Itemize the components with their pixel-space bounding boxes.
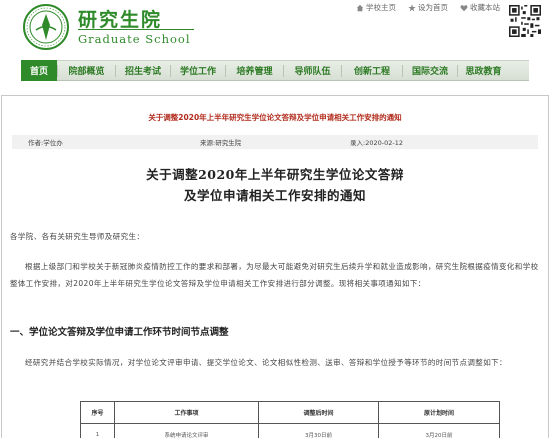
site-logo[interactable]: 研究生院 Graduate School [22, 3, 202, 51]
university-seal-icon [23, 4, 69, 50]
table-header-cell: 原计划时间 [378, 401, 500, 424]
table-row: 1 系统申请论文评审 3月30日前 3月20日前 [80, 423, 500, 438]
link-set-homepage[interactable]: 设为首页 [408, 2, 448, 13]
schedule-table: 序号 工作事项 调整后时间 原计划时间 1 系统申请论文评审 3月30日前 3月… [80, 401, 500, 438]
table-header-row: 序号 工作事项 调整后时间 原计划时间 [80, 401, 500, 424]
table-header-cell: 调整后时间 [258, 401, 379, 424]
article-heading: 关于调整2020年上半年研究生学位论文答辩及学位申请相关工作安排的通知 [148, 113, 402, 122]
table-header-cell: 序号 [80, 401, 115, 424]
article-paragraph-2: 经研究并结合学校实际情况，对学位论文评审申请、提交学位论文、论文相似性检测、送审… [25, 358, 507, 367]
logo-english-name: Graduate School [78, 32, 191, 46]
article-meta: 作者:学位办 来源:研究生院 录入:2020-02-12 [12, 135, 538, 149]
main-nav: 首页 院部概览 招生考试 学位工作 培养管理 导师队伍 创新工程 国际交流 思政… [21, 60, 529, 81]
table-cell: 3月30日前 [258, 423, 379, 438]
star-icon [408, 3, 416, 11]
table-cell: 3月20日前 [378, 423, 500, 438]
home-icon [356, 4, 364, 11]
nav-item-international[interactable]: 国际交流 [403, 60, 457, 81]
nav-item-overview[interactable]: 院部概览 [58, 60, 115, 81]
article-panel: 关于调整2020年上半年研究生学位论文答辩及学位申请相关工作安排的通知 作者:学… [1, 95, 549, 438]
link-school-home-label: 学校主页 [366, 3, 396, 12]
nav-item-training[interactable]: 培养管理 [226, 60, 283, 81]
article-greeting: 各学院、各有关研究生导师及研究生： [10, 232, 145, 241]
nav-item-supervisors[interactable]: 导师队伍 [284, 60, 341, 81]
link-set-homepage-label: 设为首页 [418, 3, 448, 12]
article-paragraph: 根据上级部门和学校关于新冠肺炎疫情防控工作的要求和部署，为尽最大可能避免对研究生… [10, 262, 539, 288]
nav-item-home[interactable]: 首页 [21, 60, 57, 81]
nav-item-admissions[interactable]: 招生考试 [116, 60, 170, 81]
table-header-cell: 工作事项 [114, 401, 259, 424]
nav-item-ideology[interactable]: 思政教育 [458, 60, 509, 81]
article-author: 作者:学位办 [28, 139, 63, 147]
nav-item-degree-work[interactable]: 学位工作 [171, 60, 225, 81]
link-bookmark[interactable]: 收藏本站 [460, 2, 500, 13]
link-bookmark-label: 收藏本站 [470, 3, 500, 12]
logo-divider [78, 29, 194, 30]
table-cell: 1 [80, 423, 115, 438]
article-source: 来源:研究生院 [200, 139, 242, 147]
article-title-line-2: 及学位申请相关工作安排的通知 [183, 188, 366, 203]
qr-code-icon [509, 5, 541, 37]
top-links: 学校主页 设为首页 收藏本站 [356, 2, 500, 13]
logo-chinese-name: 研究生院 [78, 9, 163, 31]
nav-item-innovation[interactable]: 创新工程 [342, 60, 402, 81]
heart-icon [460, 4, 468, 11]
article-date: 录入:2020-02-12 [350, 139, 403, 147]
table-cell: 系统申请论文评审 [114, 423, 259, 438]
site-header: 研究生院 Graduate School 学校主页 设为首页 收藏本站 [0, 0, 550, 60]
section-heading: 一、学位论文答辩及学位申请工作环节时间节点调整 [10, 327, 229, 338]
article-title-line-1: 关于调整2020年上半年研究生学位论文答辩 [146, 167, 404, 182]
link-school-home[interactable]: 学校主页 [356, 2, 396, 13]
